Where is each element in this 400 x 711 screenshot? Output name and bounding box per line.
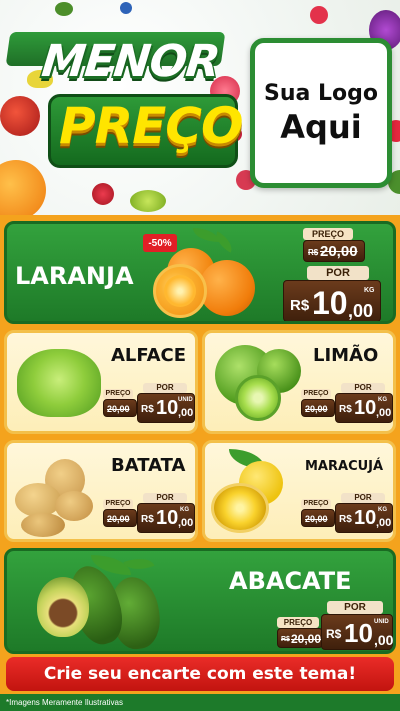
new-price-box: R$ 10 ,00 KG bbox=[335, 503, 393, 533]
orange-decoration-icon bbox=[0, 160, 46, 215]
product-card-abacate[interactable]: ABACATE PREÇO R$ 20,00 POR R$ 10 ,00 UNI… bbox=[4, 548, 396, 654]
price-currency: R$ bbox=[290, 297, 310, 314]
product-card-alface[interactable]: ALFACE PREÇO POR 20,00 R$ 10 ,00 UNID bbox=[4, 330, 198, 434]
disclaimer-footer: *Imagens Meramente Ilustrativas bbox=[0, 694, 400, 711]
old-price-box: 20,00 bbox=[301, 509, 335, 527]
product-name: ABACATE bbox=[229, 567, 352, 595]
potato-image bbox=[55, 491, 93, 521]
old-price-label: PREÇO bbox=[303, 228, 353, 240]
title-menor: MENOR bbox=[39, 36, 222, 87]
old-price-currency: R$ bbox=[308, 248, 319, 257]
old-price-label: PREÇO bbox=[301, 499, 331, 509]
new-price-box: R$ 10 ,00 UNID bbox=[137, 393, 195, 423]
lettuce-image bbox=[17, 349, 101, 417]
apple-decoration-icon bbox=[0, 96, 40, 136]
title-preco-badge: PREÇO bbox=[48, 94, 244, 168]
new-price-label: POR bbox=[327, 601, 383, 614]
new-price-label: POR bbox=[341, 493, 385, 503]
old-price-currency: R$ bbox=[281, 636, 290, 643]
price-integer: 10 bbox=[354, 397, 377, 419]
price-unit: KG bbox=[378, 507, 387, 513]
logo-text-line1: Sua Logo bbox=[263, 80, 378, 106]
price-unit: KG bbox=[378, 397, 387, 403]
price-unit: UNID bbox=[374, 619, 389, 625]
orange-slice-image bbox=[153, 264, 207, 318]
create-flyer-button[interactable]: Crie seu encarte com este tema! bbox=[6, 657, 394, 691]
old-price-label: PREÇO bbox=[103, 389, 133, 399]
old-price-value: 20,00 bbox=[291, 632, 322, 646]
price-unit: KG bbox=[364, 287, 375, 294]
product-name: MARACUJÁ bbox=[305, 459, 384, 474]
price-currency: R$ bbox=[141, 514, 154, 525]
new-price-label: POR bbox=[341, 383, 385, 393]
new-price-box: R$ 10 ,00 KG bbox=[137, 503, 195, 533]
potato-image bbox=[21, 513, 65, 537]
old-price-box: 20,00 bbox=[103, 509, 137, 527]
lime-slice-image bbox=[235, 375, 281, 421]
old-price-value: 20,00 bbox=[305, 404, 328, 414]
header-banner: MENOR PREÇO Sua Logo Aqui bbox=[0, 0, 400, 215]
price-currency: R$ bbox=[339, 514, 352, 525]
old-price-value: 20,00 bbox=[107, 404, 130, 414]
old-price-box: 20,00 bbox=[301, 399, 335, 417]
old-price-box: 20,00 bbox=[103, 399, 137, 417]
product-card-maracuja[interactable]: MARACUJÁ PREÇO POR 20,00 R$ 10 ,00 KG bbox=[202, 440, 396, 542]
old-price-box: R$ 20,00 bbox=[303, 240, 365, 262]
new-price-label: POR bbox=[307, 266, 369, 280]
new-price-box: R$ 10 ,00 KG bbox=[283, 280, 381, 321]
product-name: BATATA bbox=[111, 455, 186, 476]
leaf-icon bbox=[211, 231, 237, 253]
price-currency: R$ bbox=[326, 627, 342, 641]
price-decimal: ,00 bbox=[178, 517, 194, 529]
passion-fruit-slice-image bbox=[211, 483, 269, 533]
strawberry-decoration-icon bbox=[92, 183, 114, 205]
new-price-box: R$ 10 ,00 KG bbox=[335, 393, 393, 423]
price-integer: 10 bbox=[156, 397, 179, 419]
potato-image bbox=[15, 483, 61, 517]
discount-badge: -50% bbox=[143, 234, 177, 252]
old-price-label: PREÇO bbox=[103, 499, 133, 509]
berry-decoration-icon bbox=[310, 6, 328, 24]
product-card-limao[interactable]: LIMÃO PREÇO POR 20,00 R$ 10 ,00 KG bbox=[202, 330, 396, 434]
price-integer: 10 bbox=[156, 507, 179, 529]
product-card-laranja[interactable]: LARANJA -50% PREÇO R$ 20,00 POR R$ 10 ,0… bbox=[4, 221, 396, 324]
price-integer: 10 bbox=[312, 285, 348, 321]
price-decimal: ,00 bbox=[374, 632, 394, 648]
logo-text-line2: Aqui bbox=[280, 107, 362, 146]
price-integer: 10 bbox=[354, 507, 377, 529]
blueberry-decoration-icon bbox=[120, 2, 132, 14]
grape-decoration-icon bbox=[130, 190, 166, 212]
new-price-label: POR bbox=[143, 383, 187, 393]
product-name: ALFACE bbox=[111, 345, 187, 366]
leaf-decoration-icon bbox=[55, 2, 73, 16]
price-integer: 10 bbox=[344, 618, 373, 648]
price-decimal: ,00 bbox=[348, 301, 374, 321]
old-price-box: R$ 20,00 bbox=[277, 628, 323, 648]
product-card-batata[interactable]: BATATA PREÇO POR 20,00 R$ 10 ,00 KG bbox=[4, 440, 198, 542]
old-price-value: 20,00 bbox=[320, 243, 358, 260]
price-decimal: ,00 bbox=[376, 407, 392, 419]
leaf-icon bbox=[193, 228, 219, 242]
avocado-half-image bbox=[37, 577, 89, 637]
price-unit: KG bbox=[180, 507, 189, 513]
price-currency: R$ bbox=[339, 404, 352, 415]
price-decimal: ,00 bbox=[376, 517, 392, 529]
title-preco: PREÇO bbox=[59, 97, 244, 155]
product-name: LIMÃO bbox=[313, 345, 379, 366]
logo-placeholder[interactable]: Sua Logo Aqui bbox=[250, 38, 392, 188]
price-decimal: ,00 bbox=[178, 407, 194, 419]
price-currency: R$ bbox=[141, 404, 154, 415]
product-name: LARANJA bbox=[15, 262, 134, 290]
orange-fruit-image bbox=[199, 260, 255, 316]
price-unit: UNID bbox=[178, 397, 193, 403]
old-price-label: PREÇO bbox=[301, 389, 331, 399]
new-price-box: R$ 10 ,00 UNID bbox=[321, 614, 393, 650]
old-price-value: 20,00 bbox=[107, 514, 130, 524]
old-price-label: PREÇO bbox=[277, 617, 319, 628]
old-price-value: 20,00 bbox=[305, 514, 328, 524]
new-price-label: POR bbox=[143, 493, 187, 503]
